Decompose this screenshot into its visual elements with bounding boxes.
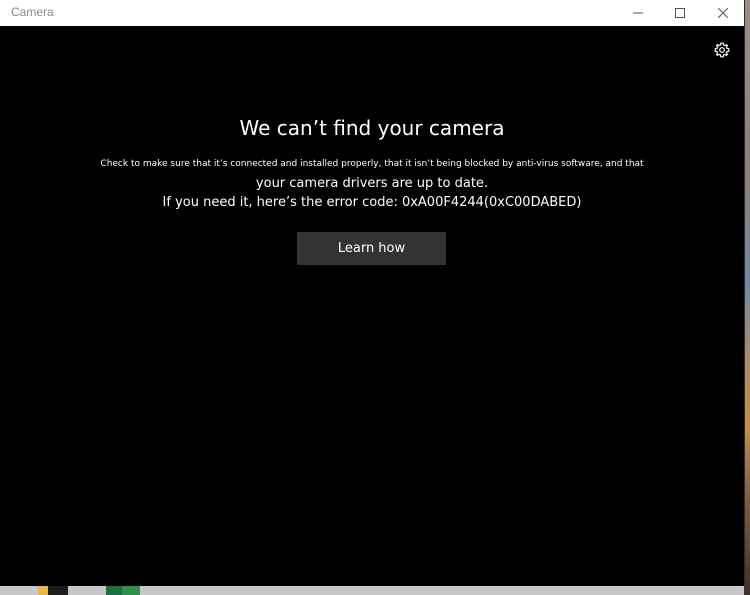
excel-icon[interactable] (106, 586, 122, 595)
maximize-icon (675, 8, 685, 18)
gear-icon (714, 42, 730, 58)
error-message: Check to make sure that it’s connected a… (0, 155, 744, 212)
taskbar (0, 586, 744, 595)
close-icon (718, 8, 728, 18)
settings-button[interactable] (712, 40, 732, 60)
camera-window: Camera We can’t find your camera Check t… (0, 0, 744, 586)
error-message-line: Check to make sure that it’s connected a… (100, 159, 644, 169)
desktop-wallpaper-edge (744, 0, 750, 595)
file-explorer-icon[interactable] (38, 586, 48, 595)
error-code-line: If you need it, here’s the error code: 0… (162, 195, 582, 210)
minimize-icon (633, 12, 643, 14)
close-button[interactable] (701, 0, 745, 26)
desktop: Camera We can’t find your camera Check t… (0, 0, 750, 595)
window-title: Camera (11, 5, 54, 19)
taskbar-app-icon[interactable] (48, 586, 68, 595)
spreadsheet-icon[interactable] (122, 586, 140, 595)
minimize-button[interactable] (616, 0, 660, 26)
error-headline: We can’t find your camera (239, 116, 505, 140)
maximize-button[interactable] (658, 0, 702, 26)
learn-how-button[interactable]: Learn how (297, 232, 446, 265)
title-bar[interactable]: Camera (0, 0, 744, 26)
camera-view: We can’t find your camera Check to make … (0, 26, 744, 586)
error-message-line: your camera drivers are up to date. (255, 176, 489, 191)
